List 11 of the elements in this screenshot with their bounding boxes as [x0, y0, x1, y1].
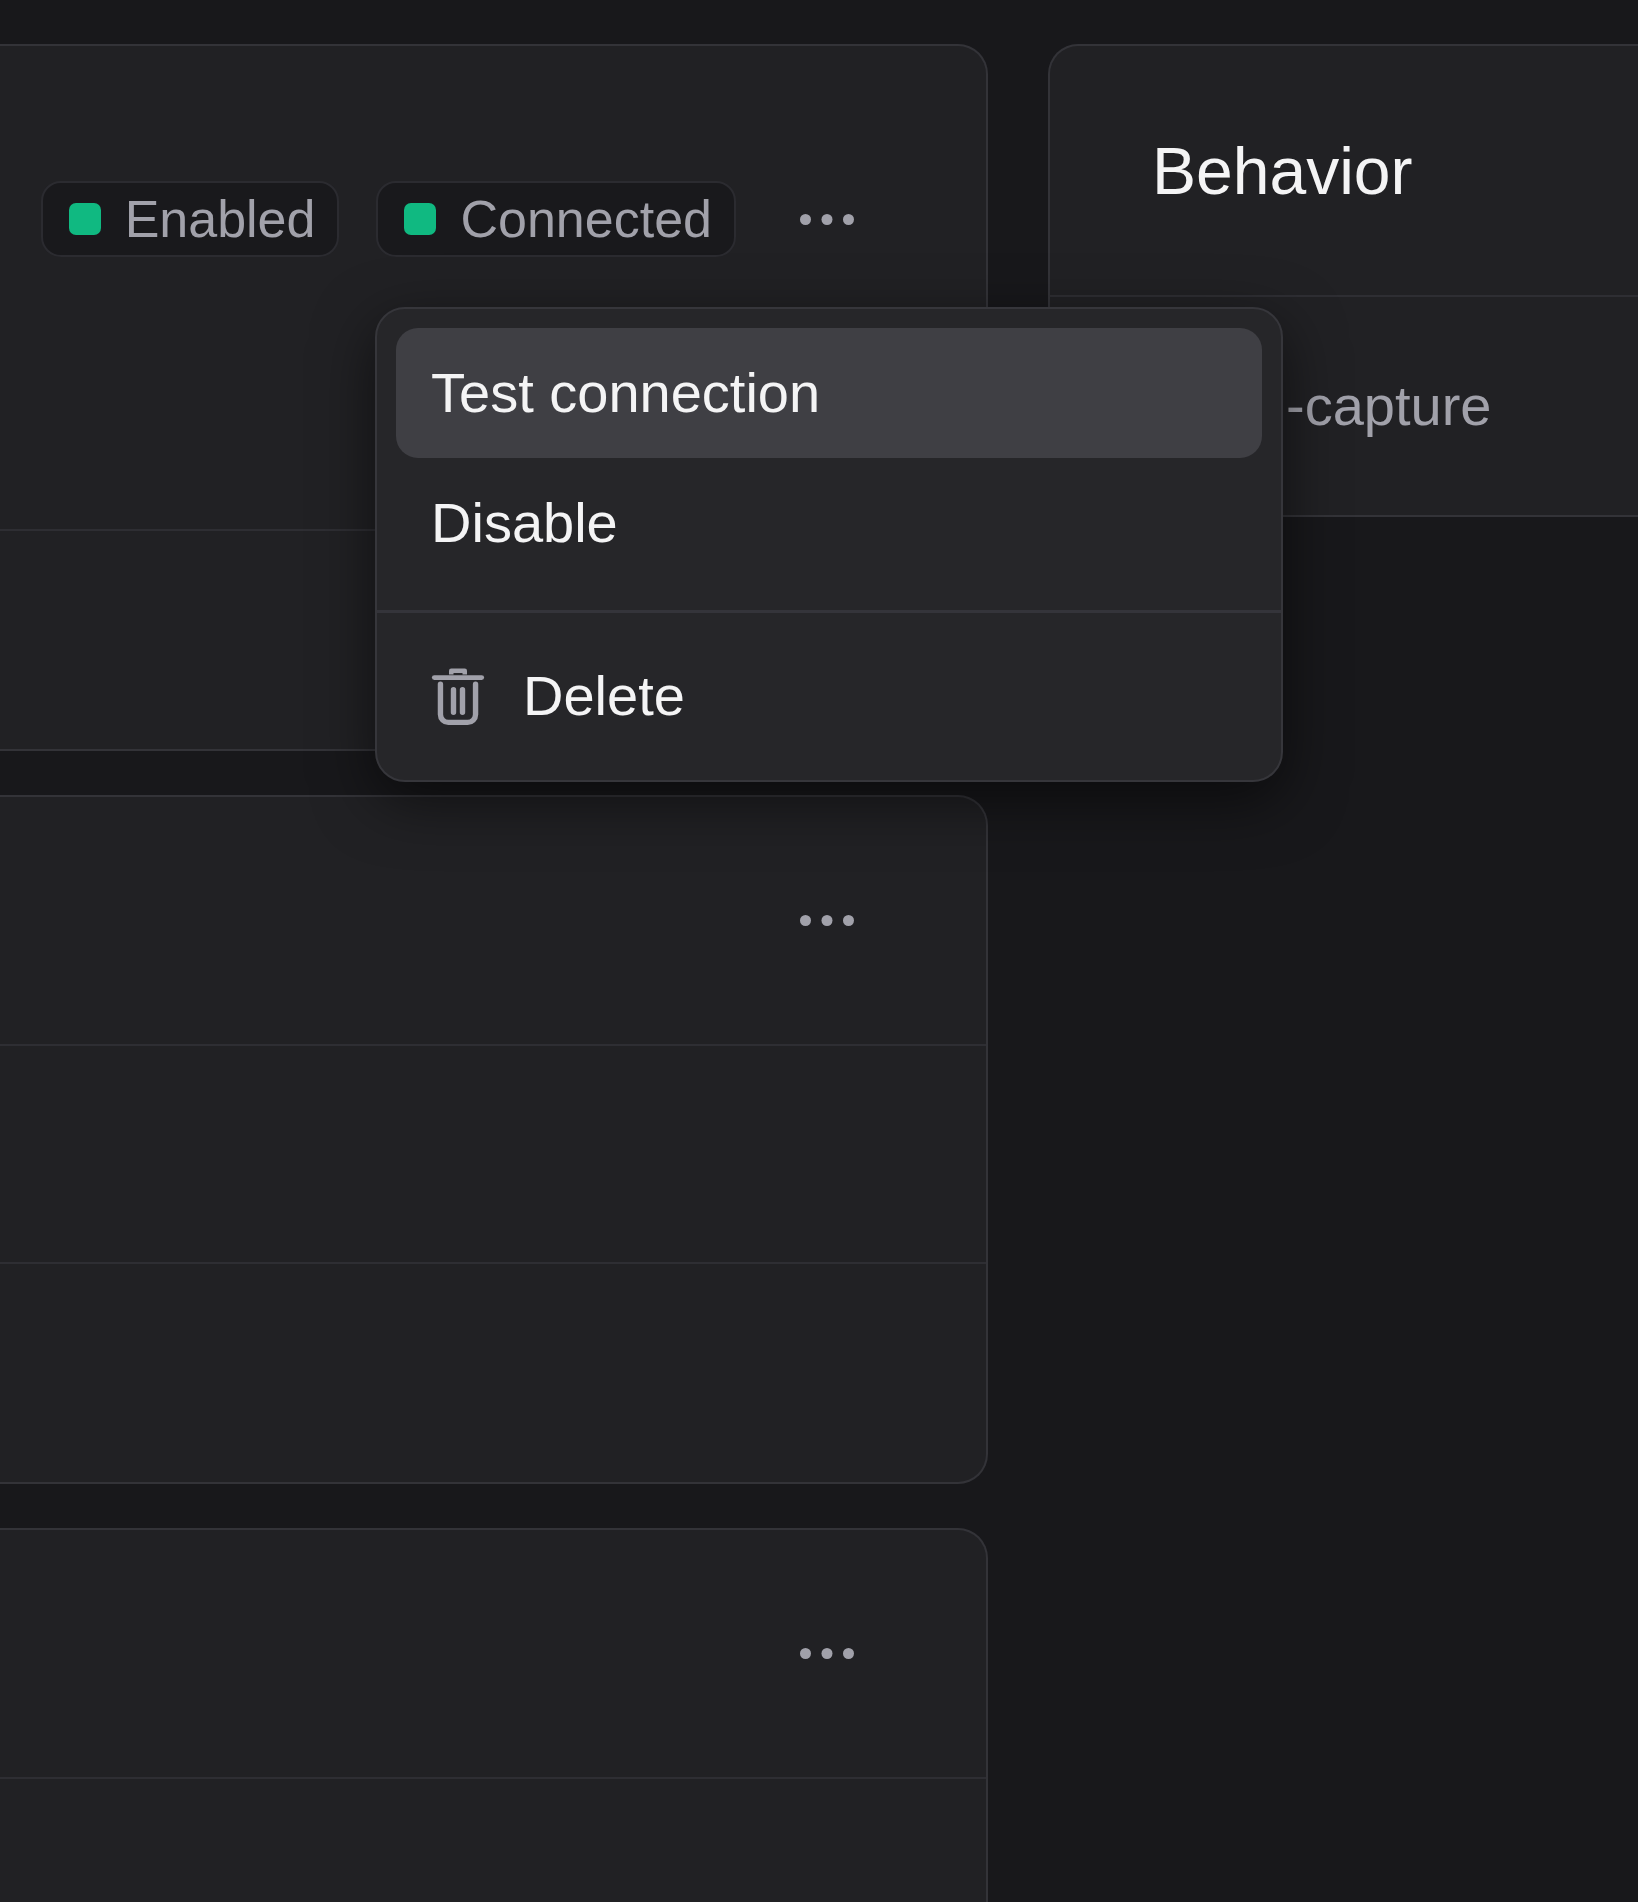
- badge-label: Enabled: [124, 189, 316, 249]
- badge-label: Connected: [460, 189, 712, 249]
- more-icon: [800, 915, 854, 926]
- menu-item[interactable]: Delete: [396, 631, 1262, 761]
- more-icon: [800, 213, 854, 225]
- more-icon: [800, 1648, 854, 1659]
- trash-icon: [431, 666, 485, 726]
- setting-label: -capture: [1286, 373, 1492, 439]
- menu-item[interactable]: Test connection: [396, 328, 1262, 458]
- menu-item[interactable]: Disable: [396, 458, 1262, 588]
- card-title: Behavior: [1152, 132, 1413, 209]
